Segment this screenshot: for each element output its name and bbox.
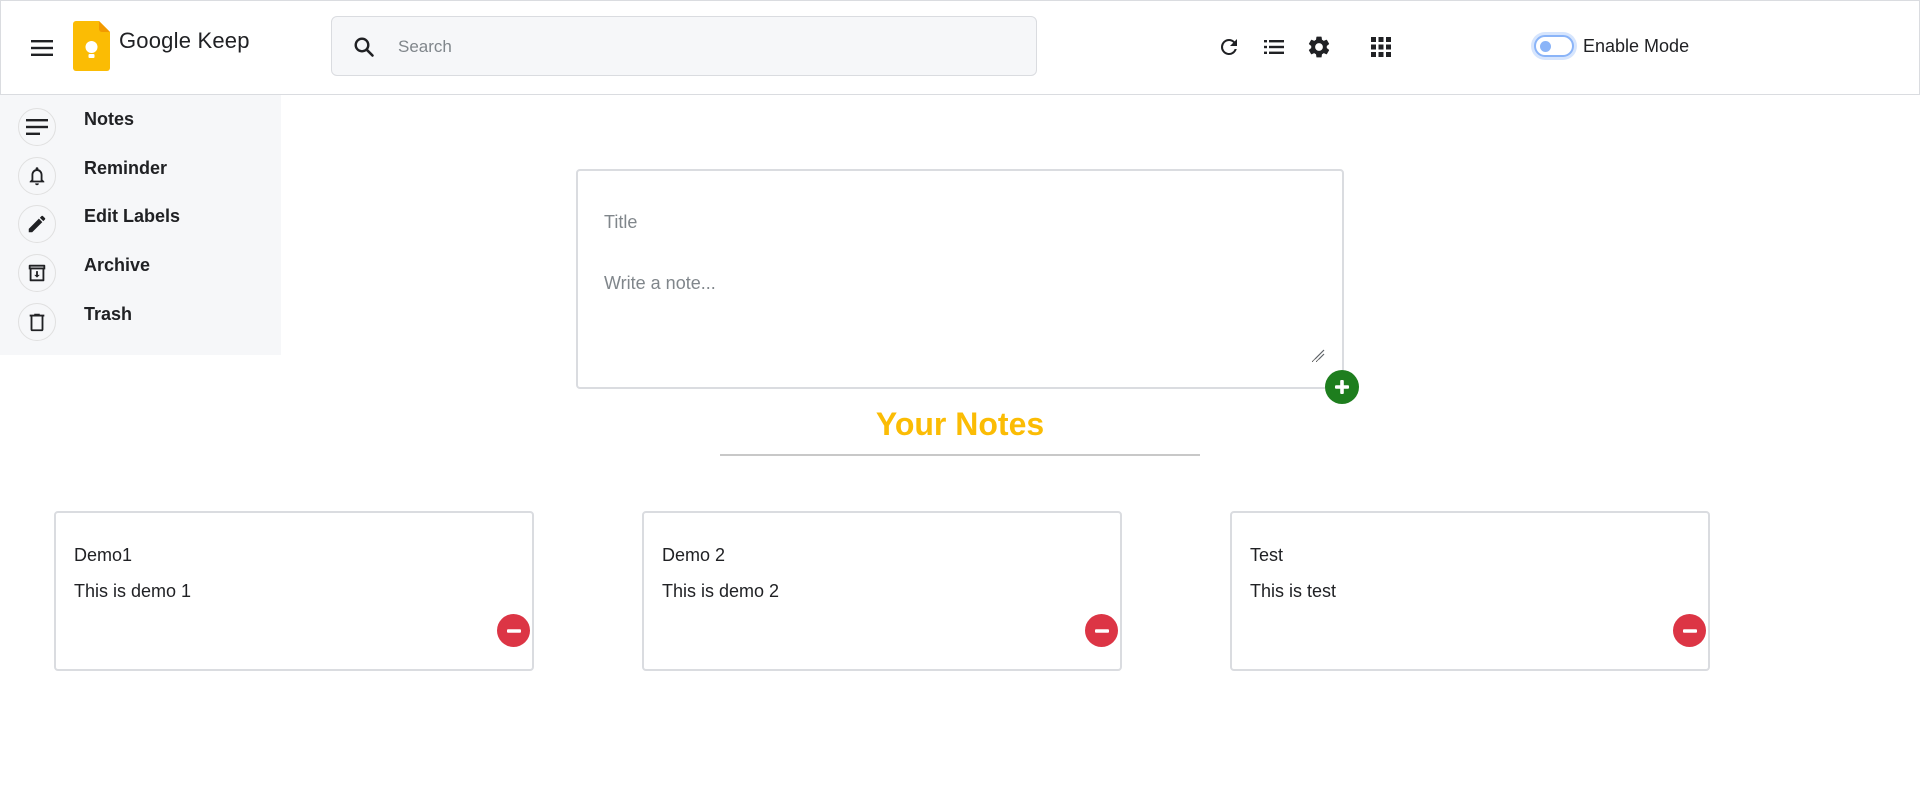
sidebar-item-trash[interactable]: Trash bbox=[0, 298, 281, 344]
pencil-icon bbox=[28, 215, 46, 233]
sidebar-item-edit-labels[interactable]: Edit Labels bbox=[0, 200, 281, 246]
sidebar-icon-circle bbox=[18, 108, 56, 146]
sidebar-item-reminder[interactable]: Reminder bbox=[0, 152, 281, 198]
settings-button[interactable] bbox=[1305, 33, 1333, 61]
toggle-label: Enable Mode bbox=[1583, 35, 1690, 56]
note-card-title: Demo 2 bbox=[662, 545, 726, 565]
plus-icon bbox=[1335, 380, 1349, 394]
add-note-button[interactable] bbox=[1325, 370, 1359, 404]
menu-icon bbox=[31, 40, 53, 56]
resize-grip-icon[interactable] bbox=[1313, 348, 1325, 360]
enable-mode-control: Enable Mode bbox=[1534, 32, 1689, 60]
minus-icon bbox=[1682, 628, 1697, 633]
note-composer bbox=[576, 169, 1344, 389]
toggle-knob bbox=[1540, 41, 1551, 52]
apps-grid-icon bbox=[1371, 37, 1391, 57]
list-view-icon bbox=[1264, 40, 1284, 54]
refresh-icon bbox=[1221, 38, 1237, 55]
bell-icon bbox=[29, 167, 45, 186]
note-card-body: This is demo 2 bbox=[662, 581, 780, 601]
sidebar-item-label: Trash bbox=[84, 304, 133, 324]
delete-note-button[interactable] bbox=[497, 614, 530, 647]
delete-note-button[interactable] bbox=[1673, 614, 1706, 647]
app-title: Google Keep bbox=[119, 28, 250, 53]
heading-divider bbox=[720, 454, 1200, 456]
note-card-title: Demo1 bbox=[74, 545, 133, 565]
sidebar-icon-circle bbox=[18, 157, 56, 195]
notes-icon bbox=[26, 119, 48, 135]
note-card[interactable]: Demo 2 This is demo 2 bbox=[642, 511, 1122, 671]
apps-button[interactable] bbox=[1367, 33, 1395, 61]
sidebar-item-archive[interactable]: Archive bbox=[0, 249, 281, 295]
enable-mode-toggle[interactable] bbox=[1534, 35, 1574, 57]
top-header: Google Keep Enable bbox=[0, 0, 1920, 95]
keep-logo[interactable] bbox=[73, 21, 110, 71]
search-icon[interactable] bbox=[352, 35, 376, 59]
your-notes-heading: Your Notes bbox=[875, 406, 1045, 442]
archive-icon bbox=[28, 264, 46, 282]
delete-note-button[interactable] bbox=[1085, 614, 1118, 647]
note-card-body: This is demo 1 bbox=[74, 581, 192, 601]
note-card-body: This is test bbox=[1250, 581, 1337, 601]
minus-icon bbox=[506, 628, 521, 633]
refresh-button[interactable] bbox=[1215, 33, 1243, 61]
search-bar[interactable] bbox=[331, 16, 1037, 76]
sidebar: Notes Reminder Edit Labels Archive Trash bbox=[0, 95, 281, 355]
sidebar-icon-circle bbox=[18, 303, 56, 341]
note-card[interactable]: Test This is test bbox=[1230, 511, 1710, 671]
sidebar-icon-circle bbox=[18, 205, 56, 243]
sidebar-item-label: Notes bbox=[84, 109, 135, 129]
sidebar-icon-circle bbox=[18, 254, 56, 292]
settings-icon bbox=[1308, 36, 1330, 58]
sidebar-item-label: Archive bbox=[84, 255, 151, 275]
sidebar-item-notes[interactable]: Notes bbox=[0, 103, 281, 149]
search-input[interactable] bbox=[398, 31, 998, 63]
main-menu-button[interactable] bbox=[27, 33, 57, 63]
trash-icon bbox=[29, 313, 45, 332]
note-title-input[interactable] bbox=[604, 207, 1304, 237]
minus-icon bbox=[1094, 628, 1109, 633]
list-view-button[interactable] bbox=[1260, 33, 1288, 61]
sidebar-item-label: Reminder bbox=[84, 158, 168, 178]
note-card-title: Test bbox=[1250, 545, 1284, 565]
note-body-textarea[interactable] bbox=[604, 273, 1320, 363]
sidebar-item-label: Edit Labels bbox=[84, 206, 181, 226]
note-card[interactable]: Demo1 This is demo 1 bbox=[54, 511, 534, 671]
